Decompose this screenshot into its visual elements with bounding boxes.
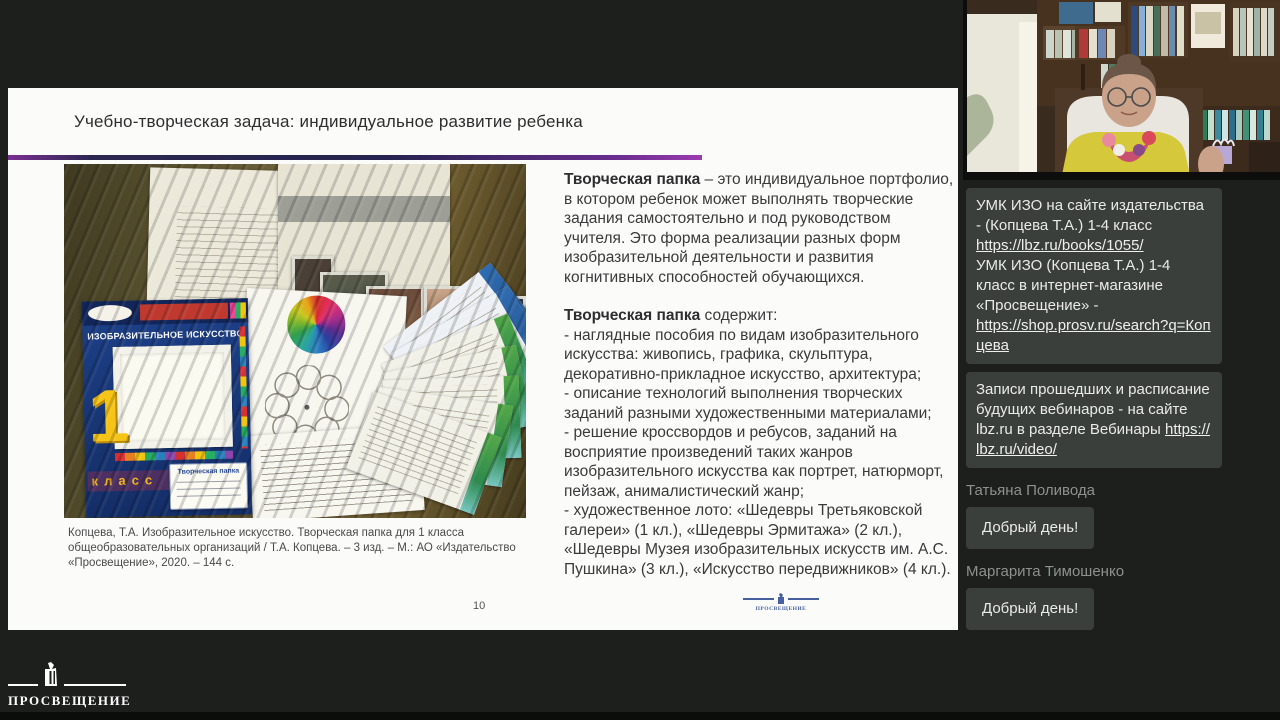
textbook-cover: ИЗОБРАЗИТЕЛЬНОЕ ИСКУССТВО 1 класс Творче… <box>81 298 253 518</box>
list-item: - описание технологий выполнения творчес… <box>564 385 932 422</box>
textbook-title: ИЗОБРАЗИТЕЛЬНОЕ ИСКУССТВО <box>87 328 244 342</box>
chat-message: Добрый день! <box>966 588 1095 630</box>
fan-card <box>366 386 514 488</box>
textbook-name-label: Творческая папка <box>169 462 249 510</box>
photo-card <box>292 256 334 352</box>
textbook-top-band <box>81 298 249 326</box>
photo-card <box>482 296 526 354</box>
folder-gray-band <box>278 196 450 222</box>
publisher-logo-text: ПРОСВЕЩЕНИЕ <box>8 693 132 708</box>
chat-author: Маргарита Тимошенко <box>966 563 1125 580</box>
textbook-rainbow-strip-vertical <box>239 326 248 449</box>
textbook-color-squares <box>229 302 247 319</box>
webinar-window: Учебно-творческая задача: индивидуальное… <box>0 0 1280 720</box>
folder-cover <box>278 164 450 316</box>
webcam-video-feed <box>963 0 1280 180</box>
list-item: - художественное лото: «Шедевры Третьяко… <box>564 502 951 578</box>
paragraph-definition: Творческая папка – это индивидуальное по… <box>564 171 954 286</box>
textbook-class-word: класс <box>91 472 159 489</box>
textbook-publisher-oval <box>87 304 133 322</box>
bottom-bar <box>0 712 1280 720</box>
photo-card <box>424 286 486 352</box>
slide-body-text: Творческая папка – это индивидуальное по… <box>564 170 956 579</box>
paper-card <box>458 307 526 375</box>
chat-message-webinars: Записи прошедших и расписание будущих ве… <box>966 372 1222 468</box>
worksheet-text <box>247 424 425 518</box>
list-item: - наглядные пособия по видам изобразител… <box>564 326 922 383</box>
chat-message-links: УМК ИЗО на сайте издательства - (Копцева… <box>966 188 1222 364</box>
fan-card <box>346 391 502 515</box>
publisher-glyph-icon <box>45 662 57 686</box>
photo-caption: Копцева, Т.А. Изобразительное искусство.… <box>68 527 516 569</box>
flower-outline-drawing <box>264 364 350 450</box>
chat-message: Добрый день! <box>966 507 1095 549</box>
list-item: - решение кроссвордов и ребусов, заданий… <box>564 424 944 500</box>
fan-card-blue <box>390 285 526 425</box>
letter-text-lines <box>174 206 328 306</box>
textbook-grade-number: 1 <box>87 373 131 458</box>
chat-text: УМК ИЗО на сайте издательства - (Копцева… <box>976 197 1204 234</box>
fan-card <box>382 375 522 463</box>
chat-panel: УМК ИЗО на сайте издательства - (Копцева… <box>966 188 1222 630</box>
photo-card <box>320 272 388 358</box>
slide-title: Учебно-творческая задача: индивидуальное… <box>74 112 583 131</box>
publisher-footer-logo: ПРОСВЕЩЕНИЕ <box>8 660 160 709</box>
fan-card <box>381 313 526 441</box>
presentation-slide: Учебно-творческая задача: индивидуальное… <box>8 88 958 630</box>
slide-publisher-logo: ПРОСВЕЩЕНИЕ <box>743 593 819 612</box>
webcam-scene <box>963 0 1280 180</box>
fan-card <box>382 344 526 454</box>
chat-author: Татьяна Поливода <box>966 482 1095 499</box>
textbook-label-title: Творческая папка <box>177 467 240 476</box>
fan-card-blue <box>383 262 526 412</box>
chat-link-shop[interactable]: https://shop.prosv.ru/search?q=Копцева <box>976 317 1211 354</box>
paragraph-contents: Творческая папка содержит: - наглядные п… <box>564 306 956 579</box>
textbook-class-backdrop <box>87 469 180 492</box>
publisher-glyph-icon <box>778 593 784 604</box>
chat-link-books[interactable]: https://lbz.ru/books/1055/ <box>976 237 1144 254</box>
worksheet-cells <box>245 450 381 474</box>
slide-photo: ИЗОБРАЗИТЕЛЬНОЕ ИСКУССТВО 1 класс Творче… <box>64 164 526 518</box>
title-underline-rule <box>8 155 702 160</box>
textbook-red-band <box>139 302 229 321</box>
color-wheel <box>285 294 347 356</box>
textbook-art-frame <box>112 344 233 450</box>
chat-text: УМК ИЗО (Копцева Т.А.) 1-4 класс в интер… <box>976 257 1171 314</box>
worksheet-color-wheel <box>237 287 407 489</box>
letter-sheet <box>145 167 351 343</box>
textbook-rainbow-strip <box>114 450 234 462</box>
slide-page-number: 10 <box>473 600 486 612</box>
photo-card <box>366 286 424 356</box>
letter-signature-lines <box>176 308 297 330</box>
